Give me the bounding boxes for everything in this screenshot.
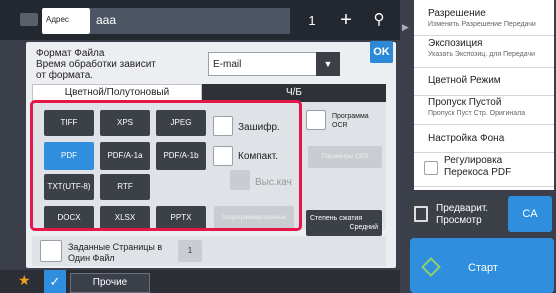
sidebar-item-title: Разрешение <box>428 8 486 19</box>
others-button[interactable]: Прочие <box>70 273 150 293</box>
sidebar-item-blank-skip[interactable]: Пропуск Пустой Пропуск Пуст Стр. Оригина… <box>414 97 554 125</box>
sidebar-item-exposure[interactable]: Экспозиция Указать Экспозиц. для Передач… <box>414 38 554 68</box>
sidebar-item-title: Регулировка Перекоса PDF <box>444 155 512 178</box>
ok-button[interactable]: OK <box>370 41 393 63</box>
sidebar-item-background[interactable]: Настройка Фона <box>414 127 554 153</box>
ocr-params-button[interactable]: Параметры OCR <box>308 146 382 168</box>
preview-icon <box>414 206 428 222</box>
sidebar-item-color-mode[interactable]: Цветной Режим <box>414 70 554 96</box>
check-icon[interactable]: ✓ <box>44 270 66 293</box>
file-format-title: Формат Файла <box>36 48 105 59</box>
sidebar-item-resolution[interactable]: Разрешение Изменить Разрешение Передачи <box>414 8 554 36</box>
address-book-icon[interactable] <box>20 13 38 26</box>
ocr-label: Программа OCR <box>332 113 369 129</box>
ca-button[interactable]: CA <box>508 196 552 232</box>
search-icon[interactable]: ⚲ <box>364 8 394 34</box>
address-count: 1 <box>308 13 316 28</box>
ocr-checkbox[interactable] <box>306 110 326 130</box>
chevron-down-icon[interactable]: ▼ <box>316 52 340 76</box>
collapse-arrow-icon[interactable]: ▶ <box>402 22 409 33</box>
sidebar-item-title: Пропуск Пустой <box>428 97 502 108</box>
address-field[interactable]: ааа <box>90 8 290 34</box>
add-address-button[interactable]: + <box>330 8 362 34</box>
compression-title: Степень сжатия <box>310 215 363 222</box>
sidebar-item-title: Цветной Режим <box>428 75 501 86</box>
compression-value: Средний <box>349 224 378 231</box>
deskew-checkbox[interactable] <box>424 161 438 175</box>
sidebar-item-title: Экспозиция <box>428 38 483 49</box>
compression-button[interactable]: Степень сжатия Средний <box>306 210 382 236</box>
pages-per-file-value[interactable]: 1 <box>178 240 202 262</box>
pages-per-file-label: Заданные Страницы в Один Файл <box>68 242 163 263</box>
pages-per-file-checkbox[interactable] <box>40 240 62 262</box>
sidebar-item-title: Настройка Фона <box>428 133 505 144</box>
file-format-label: Формат Файла Время обработки зависит от … <box>36 48 156 81</box>
address-label[interactable]: Адрес <box>42 8 90 34</box>
star-icon[interactable]: ★ <box>18 272 31 289</box>
sidebar-item-subtitle: Пропуск Пуст Стр. Оригинала <box>428 110 526 117</box>
highlight-frame <box>30 100 302 231</box>
file-format-note: Время обработки зависит от формата. <box>36 59 156 81</box>
sidebar-item-subtitle: Указать Экспозиц. для Передачи <box>428 51 536 58</box>
sidebar-item-subtitle: Изменить Разрешение Передачи <box>428 21 536 28</box>
